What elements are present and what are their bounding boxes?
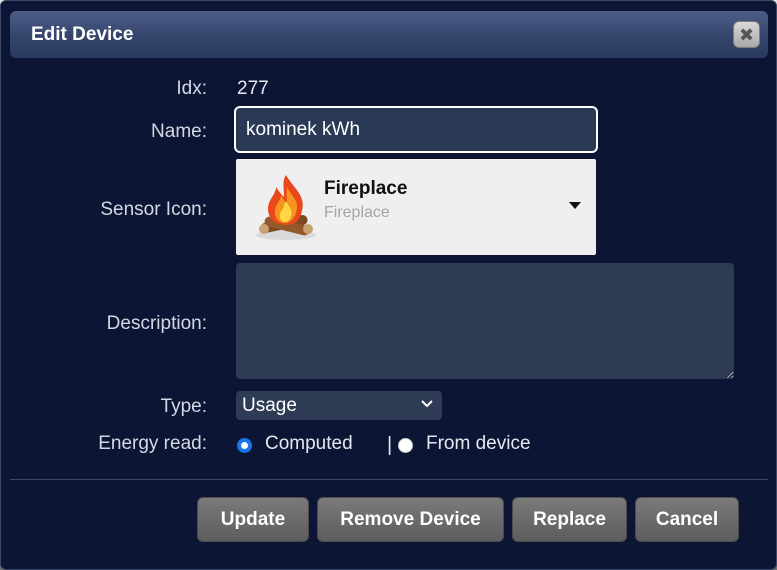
description-textarea[interactable] (236, 263, 734, 379)
energy-computed-label: Computed (265, 433, 353, 454)
cancel-button[interactable]: Cancel (635, 497, 739, 542)
footer-divider (10, 479, 768, 480)
name-input[interactable] (234, 106, 598, 153)
description-label: Description: (106, 313, 207, 334)
dialog-titlebar[interactable]: Edit Device ✖ (10, 11, 768, 58)
type-select-value: Usage (242, 395, 297, 416)
replace-button[interactable]: Replace (512, 497, 627, 542)
energy-from-device-radio[interactable] (398, 438, 413, 453)
update-button[interactable]: Update (197, 497, 309, 542)
close-icon: ✖ (738, 24, 755, 45)
fireplace-icon (256, 175, 316, 240)
chevron-down-icon[interactable] (569, 202, 581, 209)
remove-device-button[interactable]: Remove Device (317, 497, 504, 542)
dialog-title: Edit Device (31, 24, 134, 45)
energy-from-device-label: From device (426, 433, 531, 454)
idx-label: Idx: (176, 78, 207, 99)
idx-value: 277 (237, 78, 269, 99)
type-label: Type: (160, 396, 207, 417)
close-button[interactable]: ✖ (733, 21, 760, 48)
energy-read-label: Energy read: (98, 433, 207, 454)
chevron-down-icon (421, 400, 433, 408)
type-select[interactable]: Usage (236, 391, 442, 420)
name-label: Name: (151, 121, 207, 142)
sensor-icon-subtitle: Fireplace (324, 204, 390, 221)
energy-computed-radio[interactable] (237, 438, 252, 453)
edit-device-dialog: Edit Device ✖ Idx: 277 Name: Sensor Icon… (0, 0, 777, 570)
option-separator: | (387, 434, 393, 456)
sensor-icon-label: Sensor Icon: (100, 199, 207, 220)
sensor-icon-select[interactable]: Fireplace Fireplace (236, 159, 596, 255)
sensor-icon-title: Fireplace (324, 178, 408, 199)
